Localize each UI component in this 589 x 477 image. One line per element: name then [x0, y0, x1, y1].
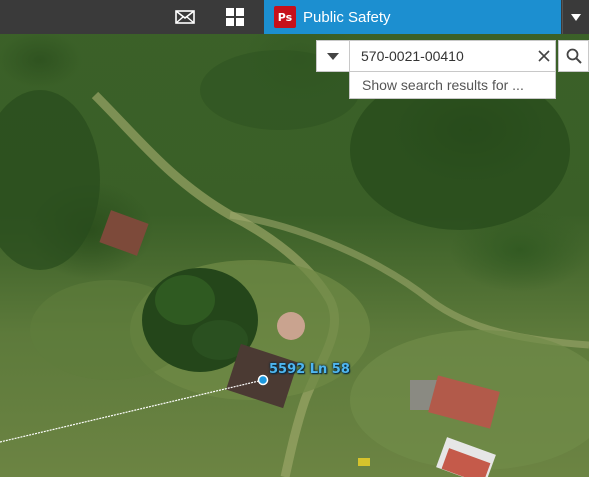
parcel-label: 5592 Ln 58: [269, 362, 350, 377]
envelope-icon[interactable]: [168, 0, 202, 34]
search-button[interactable]: [558, 40, 589, 72]
grid-icon[interactable]: [218, 0, 252, 34]
parcel-point[interactable]: [257, 374, 269, 386]
caret-down-icon: [327, 52, 339, 60]
search-widget: [316, 40, 589, 72]
search-icon: [566, 48, 582, 64]
app-menu-button[interactable]: [562, 0, 589, 34]
app-title-button[interactable]: Ps Public Safety: [264, 0, 561, 34]
app-title: Public Safety: [303, 8, 391, 26]
caret-down-icon: [571, 13, 581, 21]
header-bar: Ps Public Safety: [0, 0, 589, 34]
close-icon[interactable]: [532, 40, 556, 72]
parcel-line: [0, 379, 264, 443]
search-source-button[interactable]: [316, 40, 350, 72]
search-input[interactable]: [350, 40, 556, 72]
app-logo-icon: Ps: [274, 6, 296, 28]
search-suggestion[interactable]: Show search results for ...: [349, 72, 556, 99]
